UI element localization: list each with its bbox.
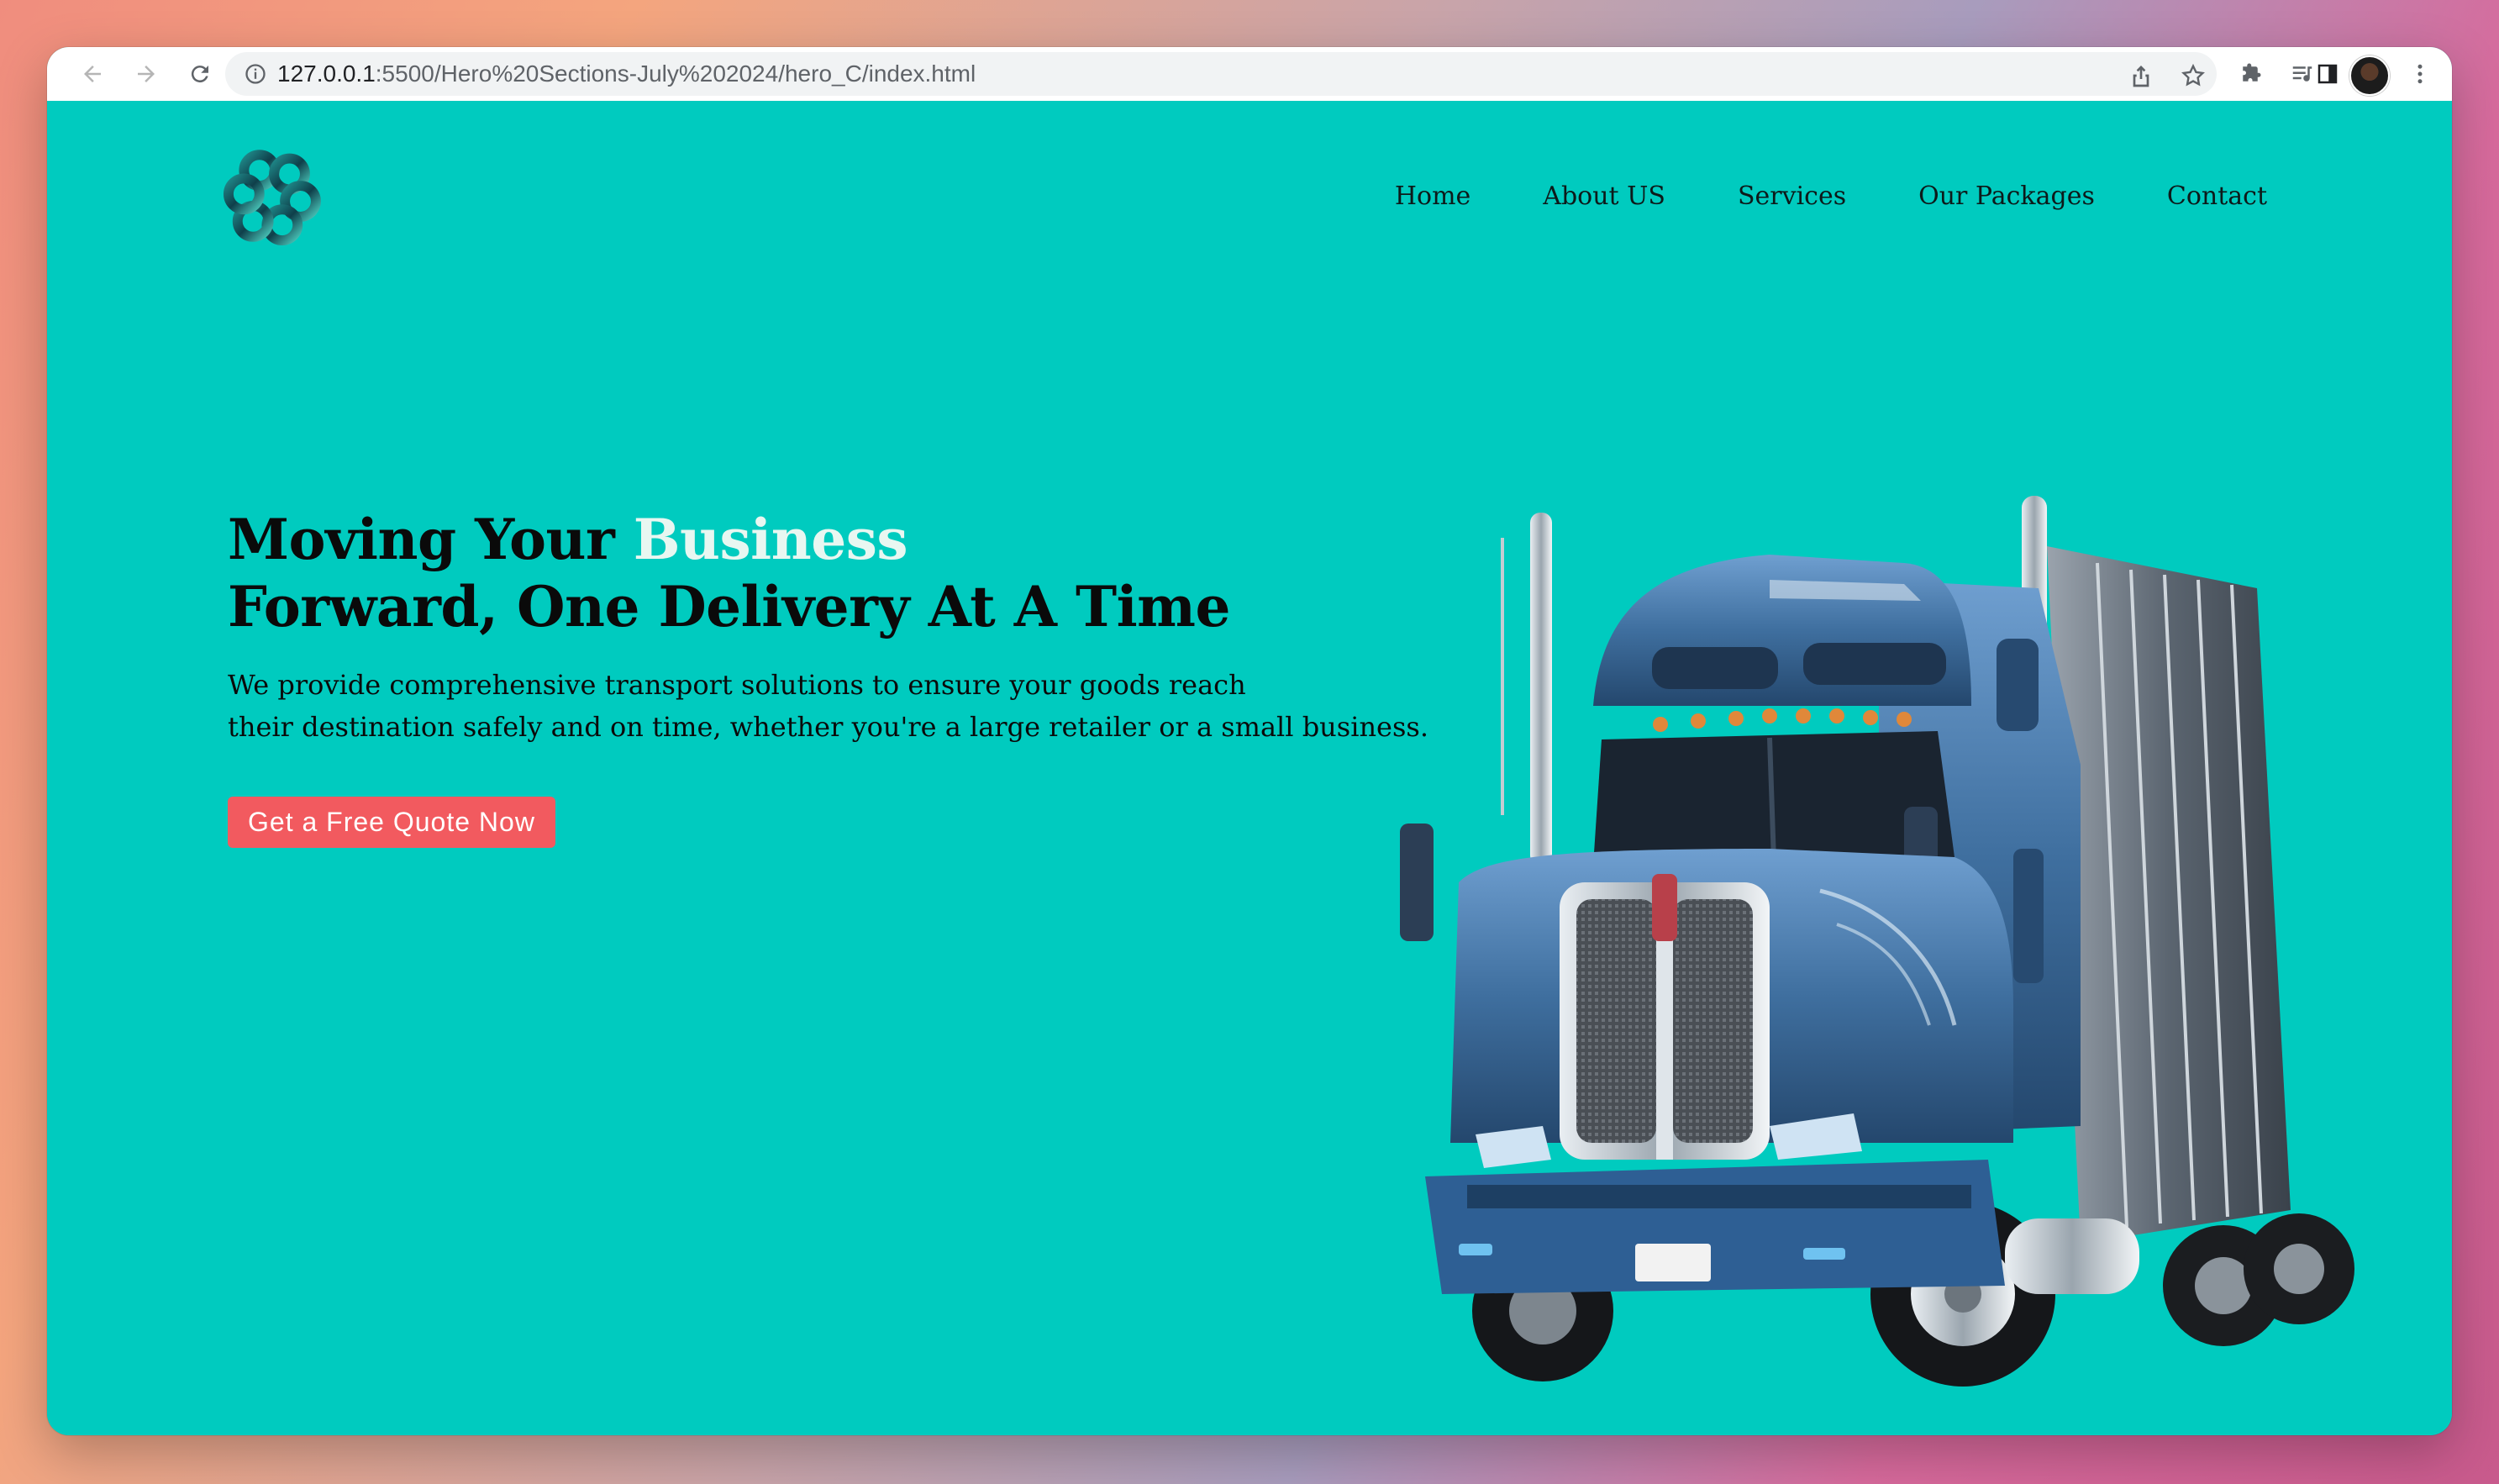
headline-accent: Business xyxy=(633,507,908,572)
browser-window: 127.0.0.1:5500/Hero%20Sections-July%2020… xyxy=(47,47,2452,1435)
headline-part2: Forward, One Delivery At A Time xyxy=(228,574,1230,639)
browser-toolbar: 127.0.0.1:5500/Hero%20Sections-July%2020… xyxy=(47,47,2452,102)
hero-text: Moving Your Business Forward, One Delive… xyxy=(228,506,1455,848)
url-path: :5500/Hero%20Sections-July%202024/hero_C… xyxy=(375,61,976,87)
url-text: 127.0.0.1:5500/Hero%20Sections-July%2020… xyxy=(277,52,976,96)
get-quote-button[interactable]: Get a Free Quote Now xyxy=(228,797,555,848)
menu-icon[interactable] xyxy=(2403,57,2437,91)
share-icon[interactable] xyxy=(2128,62,2154,89)
info-icon[interactable] xyxy=(244,62,267,86)
back-arrow-icon[interactable] xyxy=(76,57,109,91)
logo-icon[interactable] xyxy=(218,141,328,250)
hero-headline: Moving Your Business Forward, One Delive… xyxy=(228,506,1455,640)
url-host: 127.0.0.1 xyxy=(277,61,376,87)
description-line1: We provide comprehensive transport solut… xyxy=(228,669,1246,701)
nav-packages[interactable]: Our Packages xyxy=(1918,182,2095,211)
forward-arrow-icon[interactable] xyxy=(129,57,163,91)
extensions-icon[interactable] xyxy=(2233,57,2267,91)
nav-contact[interactable]: Contact xyxy=(2167,182,2267,211)
description-line2: their destination safely and on time, wh… xyxy=(228,711,1428,743)
hero-description: We provide comprehensive transport solut… xyxy=(228,664,1455,748)
side-panel-icon[interactable] xyxy=(2311,57,2344,91)
truck-image xyxy=(1400,496,2354,1387)
profile-avatar[interactable] xyxy=(2349,55,2390,96)
main-nav: Home About US Services Our Packages Cont… xyxy=(1323,182,2267,211)
nav-home[interactable]: Home xyxy=(1395,182,1470,211)
star-icon[interactable] xyxy=(2180,62,2207,89)
reload-icon[interactable] xyxy=(183,57,217,91)
hero-page: Home About US Services Our Packages Cont… xyxy=(47,101,2452,1435)
nav-about[interactable]: About US xyxy=(1543,182,1665,211)
address-bar[interactable]: 127.0.0.1:5500/Hero%20Sections-July%2020… xyxy=(225,52,2217,96)
nav-services[interactable]: Services xyxy=(1738,182,1846,211)
headline-part1: Moving Your xyxy=(228,507,634,572)
